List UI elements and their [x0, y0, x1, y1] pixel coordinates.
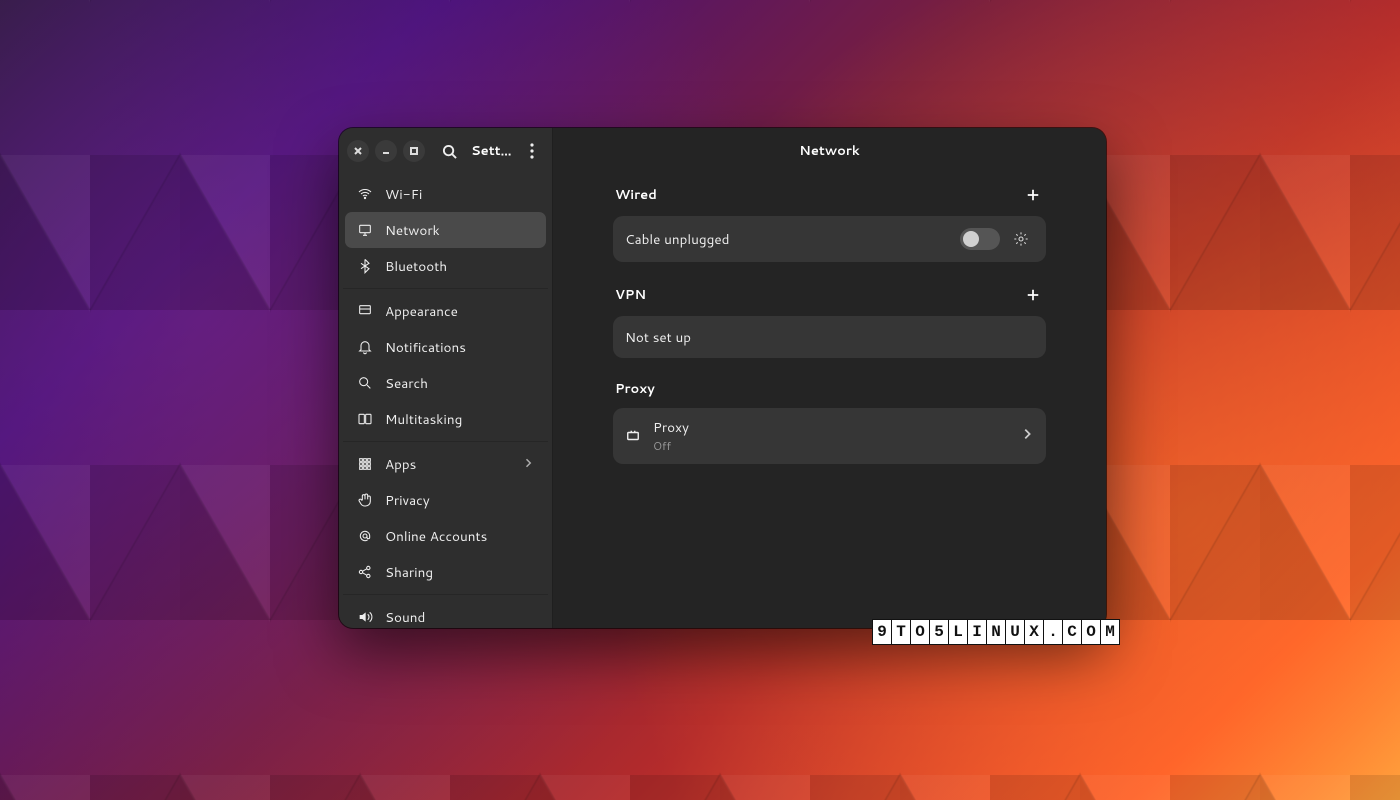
kebab-menu-icon — [530, 143, 534, 159]
search-icon — [442, 144, 457, 159]
section-wired-head: Wired — [613, 184, 1046, 206]
section-proxy-head: Proxy — [613, 380, 1046, 398]
window-close-button[interactable] — [347, 140, 369, 162]
watermark-char: 5 — [929, 619, 949, 645]
hand-icon — [357, 492, 373, 508]
watermark-char: I — [967, 619, 987, 645]
sidebar-item-label: Network — [385, 221, 440, 240]
sidebar-item-multitasking[interactable]: Multitasking — [345, 401, 546, 437]
watermark: 9TO5LINUX.COM — [873, 619, 1120, 645]
sidebar-item-search[interactable]: Search — [345, 365, 546, 401]
sidebar-item-network[interactable]: Network — [345, 212, 546, 248]
section-vpn-title: VPN — [615, 286, 646, 304]
sidebar-item-label: Bluetooth — [385, 257, 447, 276]
chevron-right-icon — [522, 455, 534, 474]
plus-icon — [1026, 288, 1040, 302]
sidebar-header: Sett… — [339, 128, 552, 174]
sidebar-item-label: Appearance — [385, 302, 458, 321]
section-proxy-title: Proxy — [615, 380, 655, 398]
section-wired: Wired Cable unplugged — [613, 184, 1046, 262]
sidebar-item-apps[interactable]: Apps — [345, 446, 546, 482]
watermark-char: 9 — [872, 619, 892, 645]
watermark-char: N — [986, 619, 1006, 645]
close-icon — [353, 146, 363, 156]
sound-icon — [357, 609, 373, 625]
toggle-knob — [963, 231, 979, 247]
sidebar-item-label: Sound — [385, 608, 425, 627]
nav-separator — [343, 441, 548, 442]
proxy-chevron — [1020, 427, 1034, 446]
sidebar: Sett… Wi-Fi Network Bluetooth Appearance Not… — [339, 128, 553, 628]
search-icon — [357, 375, 373, 391]
wired-toggle[interactable] — [960, 228, 1000, 250]
sidebar-item-sound[interactable]: Sound — [345, 599, 546, 628]
wired-add-button[interactable] — [1022, 184, 1044, 206]
sidebar-item-label: Apps — [385, 455, 416, 474]
section-vpn: VPN Not set up — [613, 284, 1046, 358]
content-body: Wired Cable unplugged — [553, 174, 1106, 628]
vpn-status-row: Not set up — [613, 316, 1046, 358]
minimize-icon — [381, 146, 391, 156]
header-menu-button[interactable] — [520, 137, 544, 165]
sidebar-item-privacy[interactable]: Privacy — [345, 482, 546, 518]
nav-separator — [343, 288, 548, 289]
bluetooth-icon — [357, 258, 373, 274]
content-title: Network — [553, 128, 1106, 174]
watermark-char: T — [891, 619, 911, 645]
sidebar-search-button[interactable] — [435, 137, 463, 165]
watermark-char: X — [1024, 619, 1044, 645]
vpn-status-label: Not set up — [625, 328, 1034, 347]
watermark-char: O — [1081, 619, 1101, 645]
vpn-add-button[interactable] — [1022, 284, 1044, 306]
sidebar-item-online-accounts[interactable]: Online Accounts — [345, 518, 546, 554]
sidebar-item-label: Sharing — [385, 563, 433, 582]
watermark-char: L — [948, 619, 968, 645]
content-pane: Network Wired Cable unplugged — [553, 128, 1106, 628]
share-icon — [357, 564, 373, 580]
sidebar-item-bluetooth[interactable]: Bluetooth — [345, 248, 546, 284]
watermark-char: . — [1043, 619, 1063, 645]
sidebar-item-label: Privacy — [385, 491, 430, 510]
sidebar-item-sharing[interactable]: Sharing — [345, 554, 546, 590]
sidebar-nav: Wi-Fi Network Bluetooth Appearance Notificat… — [339, 174, 552, 628]
wired-connection-row: Cable unplugged — [613, 216, 1046, 262]
sidebar-item-notifications[interactable]: Notifications — [345, 329, 546, 365]
plus-icon — [1026, 188, 1040, 202]
window-title: Sett… — [469, 142, 514, 160]
multitasking-icon — [357, 411, 373, 427]
sidebar-item-wi-fi[interactable]: Wi-Fi — [345, 176, 546, 212]
appearance-icon — [357, 303, 373, 319]
section-wired-title: Wired — [615, 186, 657, 204]
window-maximize-button[interactable] — [403, 140, 425, 162]
watermark-char: U — [1005, 619, 1025, 645]
sidebar-item-appearance[interactable]: Appearance — [345, 293, 546, 329]
sidebar-item-label: Online Accounts — [385, 527, 487, 546]
proxy-row-status: Off — [653, 438, 689, 454]
proxy-row-label: Proxy — [653, 418, 689, 437]
apps-icon — [357, 456, 373, 472]
nav-separator — [343, 594, 548, 595]
proxy-icon — [625, 428, 641, 444]
wifi-icon — [357, 186, 373, 202]
network-icon — [357, 222, 373, 238]
sidebar-item-label: Notifications — [385, 338, 466, 357]
watermark-char: M — [1100, 619, 1120, 645]
settings-window: Sett… Wi-Fi Network Bluetooth Appearance Not… — [339, 128, 1106, 628]
wired-status-label: Cable unplugged — [625, 230, 960, 249]
sidebar-item-label: Multitasking — [385, 410, 462, 429]
window-minimize-button[interactable] — [375, 140, 397, 162]
chevron-right-icon — [1020, 427, 1034, 441]
wired-settings-button[interactable] — [1008, 226, 1034, 252]
sidebar-item-label: Search — [385, 374, 428, 393]
watermark-char: O — [910, 619, 930, 645]
maximize-icon — [409, 146, 419, 156]
proxy-row[interactable]: Proxy Off — [613, 408, 1046, 464]
watermark-char: C — [1062, 619, 1082, 645]
section-vpn-head: VPN — [613, 284, 1046, 306]
at-icon — [357, 528, 373, 544]
sidebar-item-label: Wi-Fi — [385, 185, 422, 204]
gear-icon — [1013, 231, 1029, 247]
bell-icon — [357, 339, 373, 355]
section-proxy: Proxy Proxy Off — [613, 380, 1046, 464]
